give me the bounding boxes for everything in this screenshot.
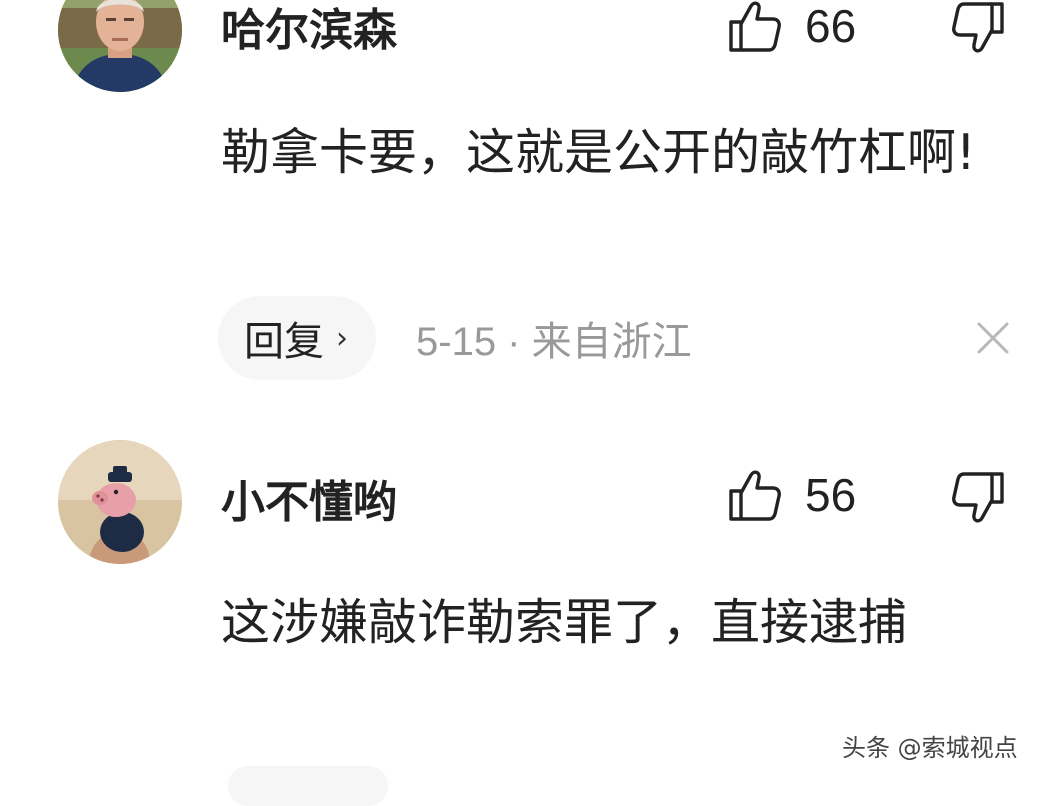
watermark: 头条 @索城视点 [842,734,1018,762]
thumbs-up-icon [729,1,781,52]
reply-button[interactable] [228,766,388,806]
like-button[interactable]: 56 [727,467,856,523]
avatar[interactable] [58,0,182,92]
comment-text: 这涉嫌敲诈勒索罪了，直接逮捕 [221,594,908,651]
thumbs-down-icon[interactable] [946,0,1006,58]
like-button[interactable]: 66 [727,0,856,54]
thumbs-up-icon [729,470,781,521]
reply-button[interactable]: 回复 › [218,296,376,380]
chevron-right-icon: › [336,320,348,356]
comment-text: 勒拿卡要，这就是公开的敲竹杠啊! [221,124,976,181]
avatar[interactable] [58,440,182,564]
date-location: 5-15 · 来自浙江 [416,320,692,364]
comment-meta: 回复 › 5-15 · 来自浙江 [218,296,692,380]
like-count: 56 [805,469,857,521]
close-icon[interactable] [976,321,1010,355]
thumbs-down-icon[interactable] [946,468,1006,528]
like-count: 66 [805,0,857,52]
username[interactable]: 小不懂哟 [221,466,397,530]
reply-label: 回复 [244,319,324,365]
username[interactable]: 哈尔滨森 [221,0,397,58]
